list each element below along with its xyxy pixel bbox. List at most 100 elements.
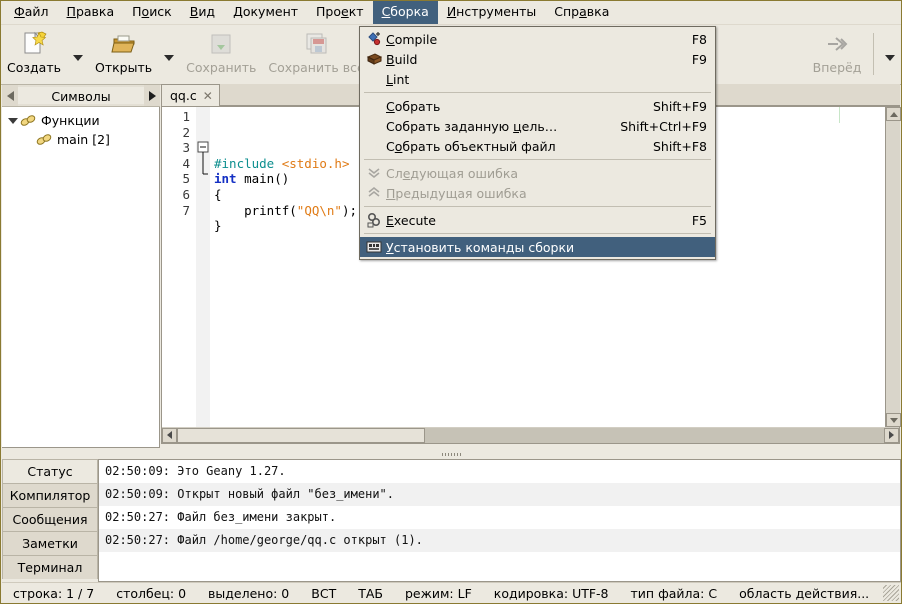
build-menu-item-label: Предыдущая ошибка xyxy=(386,185,527,201)
menu-separator xyxy=(364,92,711,93)
editor-tab-qq-c[interactable]: qq.c ✕ xyxy=(161,84,220,106)
triangle-left-icon xyxy=(167,431,172,439)
status-item-0: строка: 1 / 7 xyxy=(13,585,95,601)
open-folder-icon xyxy=(110,31,137,57)
build-menu-item-accel: Shift+F9 xyxy=(652,98,707,114)
menu-2[interactable]: Поиск xyxy=(123,1,181,24)
chevron-down-icon xyxy=(885,55,895,61)
line-number: 7 xyxy=(182,202,190,218)
tree-item-label: main [2] xyxy=(57,132,110,147)
menu-0[interactable]: Файл xyxy=(5,1,58,24)
chain-icon xyxy=(20,115,36,126)
status-item-4: ТАБ xyxy=(358,585,383,601)
editor-tab-label: qq.c xyxy=(170,88,197,103)
build-menu-item-compile[interactable]: Compile F8 xyxy=(360,29,715,49)
vertical-scroll-track[interactable] xyxy=(886,121,900,413)
menu-4[interactable]: Документ xyxy=(224,1,307,24)
sidebar-tab-row: Символы xyxy=(2,85,160,107)
compile-icon xyxy=(364,31,384,47)
chain-icon xyxy=(36,134,52,145)
code-token: <stdio.h> xyxy=(281,155,350,171)
menu-5[interactable]: Проект xyxy=(307,1,373,24)
build-menu-item-build[interactable]: Build F9 xyxy=(360,49,715,69)
menu-7[interactable]: Инструменты xyxy=(438,1,545,24)
message-row[interactable]: 02:50:09: Открыт новый файл "без_имени". xyxy=(99,483,900,506)
toolbar-dropdown-arrow[interactable] xyxy=(158,25,180,81)
build-menu-item-label: Собрать xyxy=(386,98,441,114)
sidebar-scroll-left-button[interactable] xyxy=(2,85,18,106)
build-menu-item-accel: Shift+Ctrl+F9 xyxy=(620,118,707,134)
build-menu-item-accel: F8 xyxy=(691,31,707,47)
toolbar-button-new-file[interactable]: Создать xyxy=(1,25,67,81)
resize-grip-icon[interactable] xyxy=(883,585,899,601)
execute-gears-icon xyxy=(364,212,384,228)
message-panel: Статус Компилятор Сообщения Заметки Терминал… xyxy=(2,459,901,582)
message-row[interactable]: 02:50:09: Это Geany 1.27. xyxy=(99,460,900,483)
menu-1[interactable]: Правка xyxy=(58,1,124,24)
message-time: 02:50:27: xyxy=(105,510,171,524)
editor-horizontal-scrollbar[interactable] xyxy=(161,427,900,444)
message-tab-3[interactable]: Заметки xyxy=(2,531,98,556)
build-menu-item-label: Следующая ошибка xyxy=(386,165,519,181)
status-message-list[interactable]: 02:50:09: Это Geany 1.27. 02:50:09: Откры… xyxy=(98,459,901,582)
build-menu-item-accel: F5 xyxy=(691,212,707,228)
message-tab-1[interactable]: Компилятор xyxy=(2,483,98,508)
build-menu-item-установить-команды-сборки[interactable]: Установить команды сборки xyxy=(360,237,715,257)
build-menu-item-label: Установить команды сборки xyxy=(386,239,575,255)
menu-bar: Файл Правка Поиск Вид Документ Проект Сборка Ин… xyxy=(1,1,901,25)
chain-icon xyxy=(36,133,52,146)
horizontal-scroll-track[interactable] xyxy=(425,427,884,443)
menu-6[interactable]: Сборка xyxy=(372,1,438,24)
horizontal-scroll-thumb[interactable] xyxy=(177,427,425,443)
build-menu-item-execute[interactable]: Execute F5 xyxy=(360,210,715,230)
toolbar-dropdown-arrow[interactable] xyxy=(67,25,89,81)
prev-error-icon xyxy=(364,185,384,201)
status-bar: строка: 1 / 7 столбец: 0 выделено: 0 ВСТ ТАБ… xyxy=(2,582,901,603)
build-menu-item-accel: Shift+F8 xyxy=(652,138,707,154)
tree-item[interactable]: main [2] xyxy=(2,130,159,149)
message-text: Это Geany 1.27. xyxy=(177,464,286,478)
toolbar-button-label: Создать xyxy=(7,60,61,75)
toolbar-separator xyxy=(873,33,874,75)
menu-8[interactable]: Справка xyxy=(545,1,618,24)
fold-marker-icon[interactable] xyxy=(196,109,210,179)
status-item-1: столбец: 0 xyxy=(116,585,187,601)
message-tab-2[interactable]: Сообщения xyxy=(2,507,98,532)
menu-3[interactable]: Вид xyxy=(181,1,224,24)
triangle-down-icon xyxy=(889,417,898,423)
tree-expander[interactable] xyxy=(6,117,20,124)
build-menu-item-собрать-объектный-файл[interactable]: Собрать объектный файл Shift+F8 xyxy=(360,136,715,156)
forward-arrow-icon xyxy=(824,31,850,57)
message-row[interactable]: 02:50:27: Файл /home/george/qq.c открыт … xyxy=(99,529,900,552)
build-menu-item-label: Собрать объектный файл xyxy=(386,138,556,154)
chevron-down-icon xyxy=(164,55,175,61)
sidebar-scroll-right-button[interactable] xyxy=(144,85,160,106)
toolbar-overflow-button[interactable] xyxy=(879,25,901,81)
fold-margin[interactable] xyxy=(196,107,210,427)
scroll-left-button[interactable] xyxy=(162,427,177,443)
chevron-down-icon xyxy=(8,117,18,124)
editor-vertical-scrollbar[interactable] xyxy=(885,107,901,427)
toolbar-button-save-all: Сохранить всё xyxy=(262,25,370,81)
scroll-up-button[interactable] xyxy=(886,107,901,121)
tab-symbols[interactable]: Символы xyxy=(18,87,144,104)
build-menu-item-label: Собрать заданную цель… xyxy=(386,118,558,134)
scroll-down-button[interactable] xyxy=(886,413,901,427)
tree-item[interactable]: Функции xyxy=(2,111,159,130)
save-all-icon xyxy=(304,31,330,57)
toolbar-button-open-folder[interactable]: Открыть xyxy=(89,25,158,81)
message-tab-4[interactable]: Терминал xyxy=(2,555,98,580)
chevron-right-icon xyxy=(148,90,156,101)
message-row[interactable]: 02:50:27: Файл без_имени закрыт. xyxy=(99,506,900,529)
scroll-right-button[interactable] xyxy=(884,427,899,443)
build-menu-item-собрать-заданную-цель-[interactable]: Собрать заданную цель… Shift+Ctrl+F9 xyxy=(360,116,715,136)
code-token: main() xyxy=(236,171,290,187)
toolbar-button-save: Сохранить xyxy=(180,25,262,81)
message-tab-0[interactable]: Статус xyxy=(2,459,98,484)
close-icon[interactable]: ✕ xyxy=(203,90,213,102)
panel-splitter[interactable] xyxy=(2,450,901,459)
build-menu-item-lint[interactable]: Lint xyxy=(360,69,715,89)
build-menu-item-собрать[interactable]: Собрать Shift+F9 xyxy=(360,96,715,116)
splitter-grip xyxy=(451,453,452,456)
build-menu-item-label: Compile xyxy=(386,31,438,47)
